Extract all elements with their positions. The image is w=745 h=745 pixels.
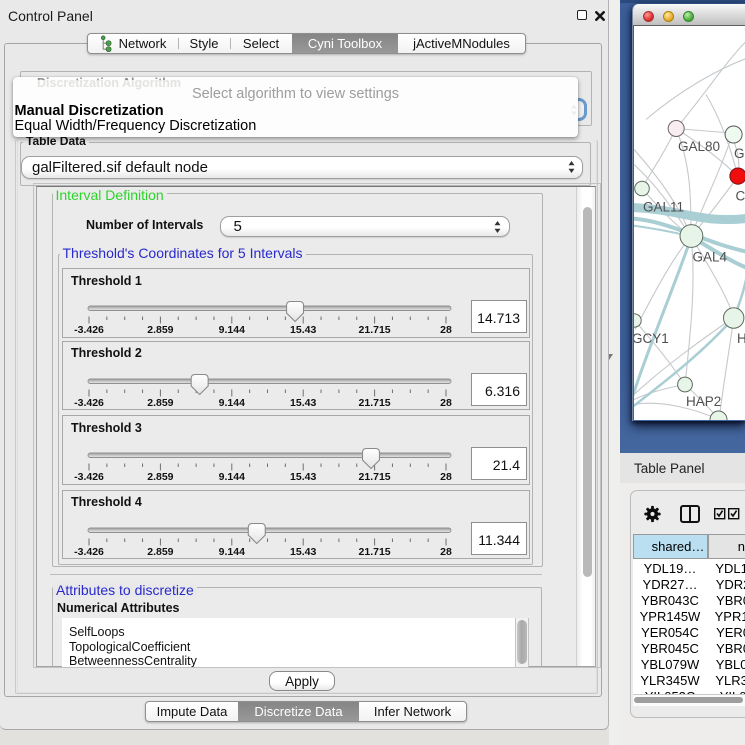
svg-text:2.859: 2.859 [147, 397, 173, 409]
svg-text:21.715: 21.715 [359, 546, 391, 558]
svg-text:28: 28 [440, 397, 452, 409]
svg-text:28: 28 [440, 471, 452, 483]
svg-text:15.43: 15.43 [290, 397, 316, 409]
svg-text:2.859: 2.859 [147, 324, 173, 336]
svg-text:28: 28 [440, 546, 452, 558]
svg-text:H: H [737, 331, 745, 346]
svg-text:9.144: 9.144 [219, 397, 245, 409]
svg-text:C: C [736, 188, 745, 203]
svg-text:9.144: 9.144 [219, 546, 245, 558]
svg-text:GCY1: GCY1 [634, 331, 669, 346]
svg-text:9.144: 9.144 [219, 324, 245, 336]
svg-text:HAP2: HAP2 [686, 394, 721, 409]
svg-text:-3.426: -3.426 [74, 471, 104, 483]
svg-text:-3.426: -3.426 [74, 324, 104, 336]
svg-text:15.43: 15.43 [290, 471, 316, 483]
svg-text:9.144: 9.144 [219, 471, 245, 483]
svg-text:2.859: 2.859 [147, 546, 173, 558]
svg-text:G.: G. [734, 146, 745, 161]
svg-text:-3.426: -3.426 [74, 397, 104, 409]
svg-text:28: 28 [440, 324, 452, 336]
svg-text:-3.426: -3.426 [74, 546, 104, 558]
svg-text:21.715: 21.715 [359, 324, 391, 336]
svg-text:GAL80: GAL80 [678, 139, 720, 154]
svg-text:2.859: 2.859 [147, 471, 173, 483]
svg-text:21.715: 21.715 [359, 397, 391, 409]
svg-text:15.43: 15.43 [290, 546, 316, 558]
svg-text:GAL11: GAL11 [643, 199, 684, 214]
svg-text:GAL4: GAL4 [693, 249, 728, 264]
svg-text:15.43: 15.43 [290, 324, 316, 336]
svg-text:21.715: 21.715 [359, 471, 391, 483]
